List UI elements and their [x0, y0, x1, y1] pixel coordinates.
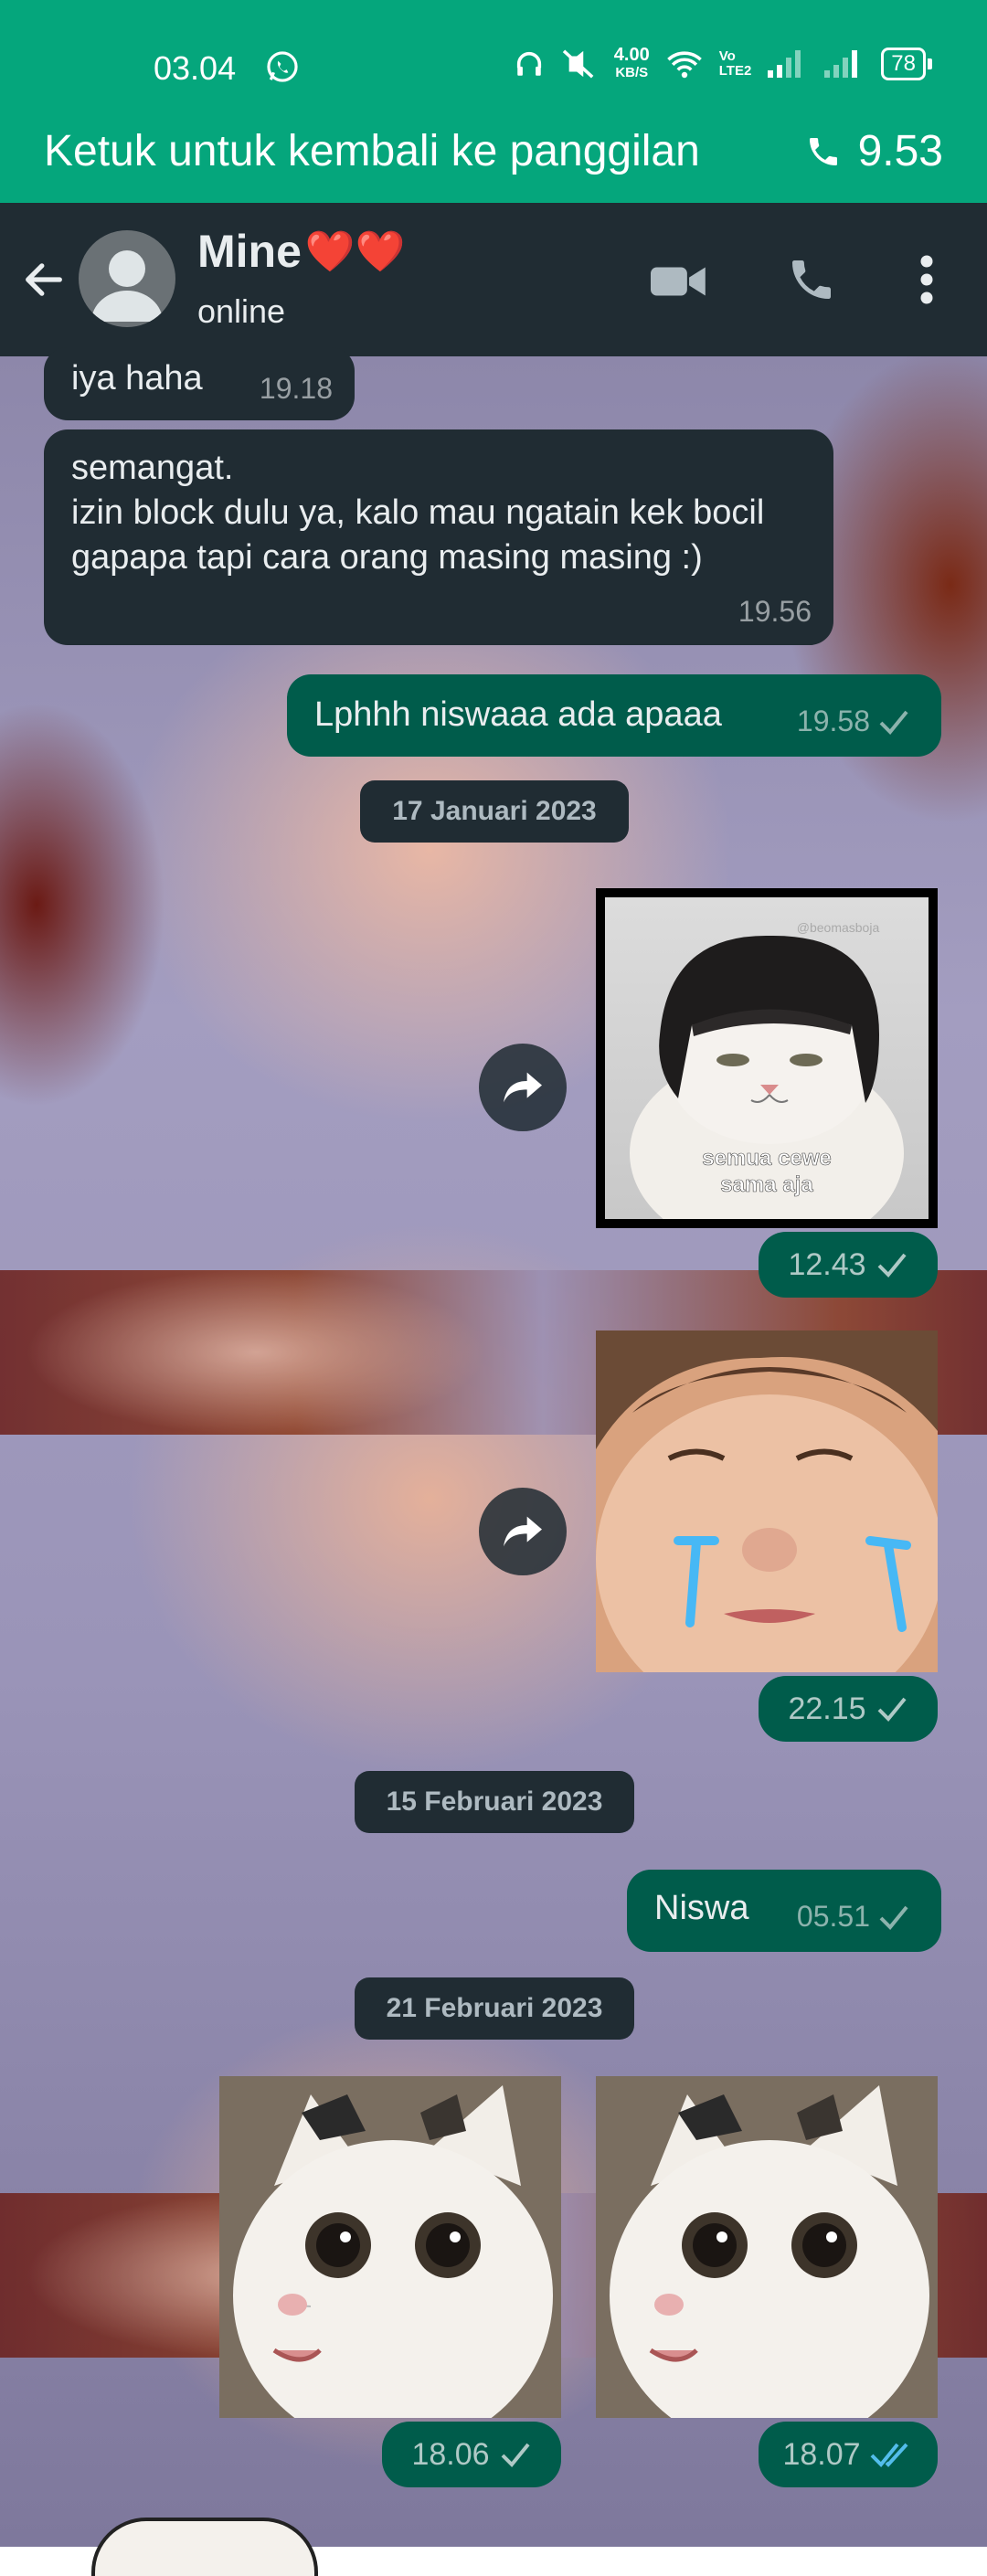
status-bar: 03.04 4.00 KB/S Vo LTE2 78 — [0, 37, 987, 93]
sent-tick-icon — [879, 1905, 908, 1930]
message-text: Niswa — [654, 1889, 749, 1927]
message-text: Lphhh niswaaa ada apaaa — [314, 695, 722, 734]
signal-strength-2-icon — [824, 50, 858, 78]
return-to-call-text: Ketuk untuk kembali ke panggilan — [44, 127, 700, 175]
sticker-image[interactable] — [219, 2076, 561, 2418]
message-time: 22.15 — [788, 1691, 866, 1726]
sticker-image[interactable] — [596, 2076, 938, 2418]
svg-text:semua cewe: semua cewe — [702, 1146, 831, 1171]
whatsapp-notification-icon — [267, 51, 298, 82]
outgoing-message[interactable]: Lphhh niswaaa ada apaaa 19.58 — [287, 674, 941, 757]
sticker-timestamp: 22.15 — [759, 1676, 938, 1742]
phone-icon — [809, 137, 837, 165]
outgoing-message[interactable]: Niswa 05.51 — [627, 1870, 941, 1952]
sticker-timestamp: 12.43 — [759, 1232, 938, 1298]
contact-status: online — [197, 292, 286, 330]
status-time: 03.04 — [154, 49, 237, 87]
mute-vibrate-icon — [562, 49, 594, 79]
contact-name-text: Mine — [197, 226, 302, 277]
sticker-timestamp: 18.07 — [759, 2422, 938, 2487]
forward-button[interactable] — [479, 1488, 567, 1575]
headphones-icon — [516, 51, 541, 76]
message-text: semangat. izin block dulu ya, kalo mau n… — [71, 449, 765, 577]
sticker-image[interactable] — [596, 1330, 938, 1672]
message-time: 19.18 — [259, 372, 333, 405]
incoming-message[interactable]: semangat. izin block dulu ya, kalo mau n… — [44, 429, 833, 645]
back-arrow-icon[interactable] — [20, 256, 68, 303]
sticker-image[interactable]: semua cewe sama aja @beomasboja — [596, 888, 938, 1228]
battery-level: 78 — [881, 48, 926, 80]
battery-indicator: 78 — [881, 48, 932, 80]
crying-kid-illustration — [596, 1330, 938, 1672]
contact-name[interactable]: Mine ❤️❤️ — [197, 225, 405, 278]
message-time: 19.58 — [796, 705, 870, 737]
message-time: 18.06 — [411, 2436, 490, 2472]
message-time: 19.56 — [738, 595, 812, 628]
scared-cat-illustration — [219, 2076, 561, 2418]
more-options-icon[interactable] — [914, 252, 939, 307]
sticker-timestamp: 18.06 — [382, 2422, 561, 2487]
scared-cat-illustration — [596, 2076, 938, 2418]
call-duration: 9.53 — [805, 126, 943, 176]
svg-text:@beomasboja: @beomasboja — [797, 920, 880, 935]
sent-tick-icon — [877, 1697, 907, 1722]
sent-tick-icon — [877, 1253, 907, 1277]
chat-header: Mine ❤️❤️ online — [0, 203, 987, 356]
forward-arrow-icon — [504, 1516, 542, 1547]
sent-tick-icon — [501, 2443, 530, 2467]
wifi-icon — [666, 51, 702, 79]
read-double-tick-icon — [870, 2443, 908, 2467]
network-speed-unit: KB/S — [615, 65, 649, 80]
video-call-icon[interactable] — [651, 260, 707, 303]
default-avatar-icon — [91, 250, 163, 322]
avatar[interactable] — [79, 230, 175, 327]
network-speed-value: 4.00 — [613, 45, 650, 65]
forward-arrow-icon — [504, 1072, 542, 1103]
date-separator: 17 Januari 2023 — [360, 780, 629, 843]
voice-call-icon[interactable] — [786, 254, 837, 305]
partial-bubble-edge — [91, 2518, 318, 2576]
message-text: iya haha — [71, 359, 203, 398]
signal-strength-icon — [768, 50, 801, 78]
svg-text:sama aja: sama aja — [720, 1172, 813, 1197]
call-duration-value: 9.53 — [857, 127, 943, 175]
sent-tick-icon — [879, 710, 908, 735]
cat-with-wig-illustration: semua cewe sama aja @beomasboja — [630, 920, 904, 1219]
heart-emoji: ❤️❤️ — [304, 229, 406, 274]
date-separator: 21 Februari 2023 — [355, 1977, 634, 2040]
network-speed: 4.00 KB/S — [614, 46, 650, 82]
forward-button[interactable] — [479, 1044, 567, 1131]
message-time: 12.43 — [788, 1246, 866, 1282]
message-time: 18.07 — [782, 2436, 861, 2472]
return-to-call-banner[interactable]: Ketuk untuk kembali ke panggilan 9.53 — [0, 119, 987, 192]
message-time: 05.51 — [796, 1900, 870, 1933]
volte-indicator: Vo LTE2 — [718, 48, 752, 79]
incoming-message[interactable]: iya haha 19.18 — [44, 347, 355, 420]
date-separator: 15 Februari 2023 — [355, 1771, 634, 1833]
